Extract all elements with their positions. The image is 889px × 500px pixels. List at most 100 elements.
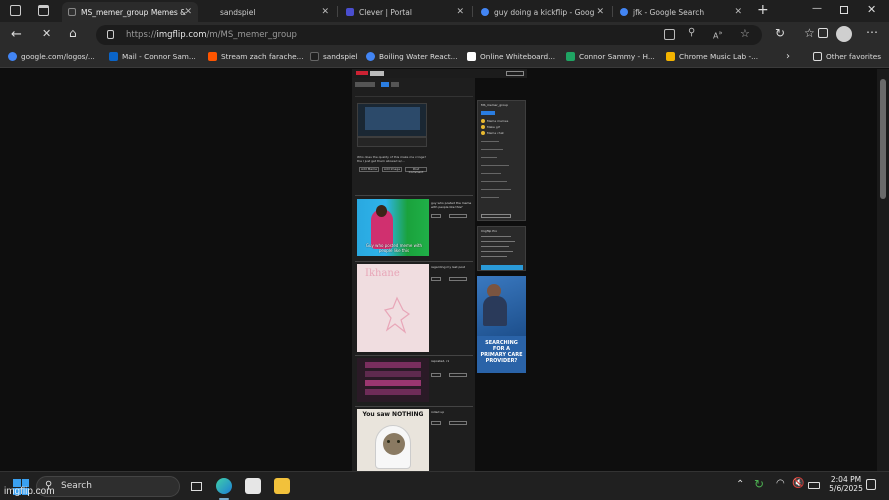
refresh-extension-icon[interactable]: ↻ [775, 26, 785, 40]
tab-clever[interactable]: Clever | Portal ✕ [340, 2, 470, 22]
favorite-chrome-music-lab[interactable]: Chrome Music Lab -... [666, 52, 758, 61]
restore-icon[interactable] [840, 6, 848, 14]
tab-jfk-search[interactable]: jfk - Google Search ✕ [614, 2, 748, 22]
post-title[interactable]: regarding my last post [431, 265, 473, 269]
collections-icon[interactable] [818, 28, 828, 38]
sidebar-link-meme-memes[interactable]: Meme memes [481, 119, 508, 123]
chevron-up-icon[interactable]: ⌃ [736, 479, 744, 490]
post-comment-button[interactable]: Post Comment [405, 167, 427, 174]
favorite-star-icon[interactable]: ☆ [740, 27, 750, 40]
zoom-icon[interactable]: ⚲ [688, 27, 695, 38]
sketch-shape [383, 296, 411, 334]
whiteboard-icon [467, 52, 476, 61]
chevron-right-icon[interactable]: › [786, 51, 790, 62]
advertisement[interactable]: SEARCHING FOR A PRIMARY CARE PROVIDER? [477, 276, 526, 373]
tab-title: guy doing a kickflip - Googl [494, 7, 594, 17]
other-favorites[interactable]: Other favorites [813, 52, 881, 61]
notepad-icon[interactable] [245, 478, 261, 494]
lock-icon[interactable] [107, 30, 114, 39]
tab-title: jfk - Google Search [633, 7, 705, 17]
post-title[interactable]: guy who posted the meme with people like… [431, 201, 473, 209]
options-menu[interactable] [449, 277, 467, 281]
meme-icon [481, 119, 485, 123]
sidebar-link-meme-chat[interactable]: Meme chat [481, 131, 504, 135]
divider [355, 355, 473, 356]
options-menu[interactable] [449, 373, 467, 377]
battery-icon[interactable] [808, 482, 820, 489]
add-meme-button[interactable]: Add Meme [359, 167, 379, 172]
sidebar-link-make-gif[interactable]: Make gif [481, 125, 500, 129]
favorites-icon[interactable]: ☆ [804, 26, 815, 40]
featured-post-image[interactable] [365, 107, 420, 130]
back-icon[interactable]: ← [11, 27, 22, 42]
tab-strip: MS_memer_group Memes & ✕ sandspiel ✕ Cle… [0, 0, 889, 22]
vote-controls[interactable] [431, 214, 441, 218]
meme-caption: You saw NOTHING [362, 411, 424, 418]
app-available-icon[interactable] [664, 29, 675, 40]
add-image-button[interactable]: Add Image [382, 167, 402, 172]
wifi-icon[interactable]: ◠ [776, 478, 785, 489]
address-bar[interactable]: https://imgflip.com/m/MS_memer_group ⚲ A… [96, 25, 762, 45]
create-stream-button[interactable] [481, 214, 511, 218]
search-input[interactable] [506, 71, 524, 76]
imgflip-favicon-icon [68, 8, 76, 16]
favorite-sandspiel[interactable]: sandspiel [310, 52, 358, 61]
tab-imgflip[interactable]: MS_memer_group Memes & ✕ [62, 2, 198, 22]
post-title[interactable]: rolled up [431, 410, 473, 414]
profile-avatar[interactable] [836, 26, 852, 42]
tab-sandspiel[interactable]: sandspiel ✕ [205, 2, 335, 22]
favorite-google-drive[interactable]: Connor Sammy - H... [566, 52, 655, 61]
close-window-icon[interactable]: ✕ [867, 3, 876, 16]
scrollbar-thumb[interactable] [880, 79, 886, 199]
google-icon [8, 52, 17, 61]
favorite-whiteboard[interactable]: Online Whiteboard... [467, 52, 555, 61]
file-explorer-icon[interactable] [274, 478, 290, 494]
minimize-icon[interactable]: — [812, 3, 822, 14]
taskbar-search[interactable]: ⚲ Search [36, 476, 180, 497]
page-scrollbar[interactable] [877, 69, 889, 471]
post-image-repost[interactable] [357, 358, 429, 402]
get-pro-button[interactable] [481, 265, 523, 270]
clock-time: 2:04 PM [830, 475, 862, 484]
vote-controls[interactable] [431, 373, 441, 377]
outlook-icon [109, 52, 118, 61]
close-tab-icon[interactable]: ✕ [321, 7, 329, 17]
favorites-bar: google.com/logos/... Mail - Connor Sam..… [0, 48, 889, 68]
imgflip-logo[interactable] [356, 71, 368, 75]
stop-loading-icon[interactable]: ✕ [42, 27, 51, 40]
make-meme-button[interactable] [370, 71, 384, 76]
post-image-cat[interactable]: You saw NOTHING [357, 409, 429, 471]
vote-controls[interactable] [431, 277, 441, 281]
options-menu[interactable] [449, 214, 467, 218]
read-aloud-icon[interactable]: A» [713, 29, 723, 41]
vote-controls[interactable] [431, 421, 441, 425]
post-image-guy-meme[interactable]: Guy who posted meme with people like thi… [357, 199, 429, 256]
tab-kickflip-search[interactable]: guy doing a kickflip - Googl ✕ [475, 2, 610, 22]
post-title[interactable]: reposted, r1 [431, 359, 473, 363]
follow-button[interactable] [481, 111, 495, 115]
clock[interactable]: 2:04 PM 5/6/2025 [828, 475, 864, 493]
favorite-mail[interactable]: Mail - Connor Sam... [109, 52, 196, 61]
task-view-icon[interactable] [188, 478, 204, 494]
favorite-boiling-water[interactable]: Boiling Water React... [366, 52, 458, 61]
options-menu[interactable] [449, 421, 467, 425]
sync-icon[interactable]: ↻ [754, 477, 764, 491]
close-tab-icon[interactable]: ✕ [734, 7, 742, 17]
new-tab-icon[interactable]: + [757, 2, 769, 18]
more-options-icon[interactable]: ⋯ [866, 25, 878, 39]
tab-actions-icon[interactable] [38, 5, 49, 16]
home-icon[interactable]: ⌂ [69, 26, 77, 40]
close-tab-icon[interactable]: ✕ [596, 7, 604, 17]
chat-icon [481, 131, 485, 135]
volume-muted-icon[interactable]: 🔇 [792, 478, 804, 489]
close-tab-icon[interactable]: ✕ [184, 7, 192, 17]
notifications-icon[interactable] [866, 479, 876, 490]
close-tab-icon[interactable]: ✕ [456, 7, 464, 17]
favorite-google-logos[interactable]: google.com/logos/... [8, 52, 95, 61]
divider [355, 261, 473, 262]
browser-toolbar: ← ✕ ⌂ https://imgflip.com/m/MS_memer_gro… [0, 22, 889, 48]
favorite-soundcloud[interactable]: Stream zach farache... [208, 52, 304, 61]
post-image-drawing[interactable]: Ikhane [357, 264, 429, 352]
workspaces-icon[interactable] [10, 5, 21, 16]
edge-icon[interactable] [216, 478, 232, 494]
